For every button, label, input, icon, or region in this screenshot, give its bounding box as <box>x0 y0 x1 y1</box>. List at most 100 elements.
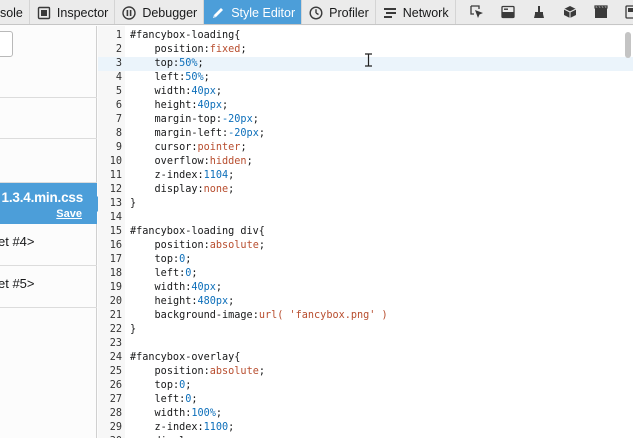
tab-console[interactable]: nsole <box>0 0 30 24</box>
css-value: absolute <box>209 240 259 251</box>
code-text: z-index:1100; <box>130 421 235 435</box>
css-property: top <box>154 380 173 391</box>
css-property: left <box>154 394 180 405</box>
network-icon <box>382 5 398 21</box>
css-semicolon: ; <box>197 58 204 69</box>
line-number: 10 <box>109 156 122 167</box>
stylesheet-item[interactable] <box>0 139 97 183</box>
stylesheet-item-active[interactable]: 1.3.4.min.css Save <box>0 183 105 224</box>
code-text: height:480px; <box>130 295 235 309</box>
css-value: 50% <box>185 72 204 83</box>
tab-network[interactable]: Network <box>376 0 456 24</box>
tab-console-label: nsole <box>0 5 23 20</box>
css-property: z-index <box>154 422 198 433</box>
tab-style-editor[interactable]: Style Editor <box>204 0 303 24</box>
code-line: 21 background-image:url( 'fancybox.png' … <box>98 309 633 323</box>
css-value: 40px <box>191 282 216 293</box>
code-area[interactable]: 1 #fancybox-loading{2 position:fixed; 3 to… <box>98 29 633 438</box>
line-number: 29 <box>109 422 122 433</box>
code-text: top:50%; <box>130 57 204 71</box>
3d-view-icon[interactable] <box>555 0 586 24</box>
code-line: 15 #fancybox-loading div{ <box>98 225 633 239</box>
code-text: left:0; <box>130 393 198 407</box>
stylesheet-name: et #4> <box>0 234 35 249</box>
line-number: 17 <box>109 254 122 265</box>
code-line: 25 position:absolute; <box>98 365 633 379</box>
profiler-icon <box>308 5 324 21</box>
code-text: #fancybox-overlay{ <box>130 352 241 363</box>
code-line: 26 top:0; <box>98 379 633 393</box>
line-number: 18 <box>109 268 122 279</box>
css-semicolon: ; <box>185 254 192 265</box>
line-number: 28 <box>109 408 122 419</box>
code-line: 28 width:100%; <box>98 407 633 421</box>
code-line: 9 cursor:pointer; <box>98 141 633 155</box>
line-number: 8 <box>115 128 122 139</box>
vertical-scrollbar[interactable] <box>625 32 631 58</box>
paint-flashing-icon[interactable] <box>524 0 555 24</box>
css-value: hidden <box>209 156 247 167</box>
code-line: 8 margin-left:-20px; <box>98 127 633 141</box>
code-line: 14 <box>98 211 633 225</box>
css-property: width <box>154 282 186 293</box>
css-semicolon: ; <box>215 408 223 419</box>
tab-profiler-label: Profiler <box>329 5 369 20</box>
screenshot-icon[interactable] <box>586 0 617 24</box>
css-value: 50% <box>179 58 198 69</box>
code-line: 6 height:40px; <box>98 99 633 113</box>
code-text: background-image:url( 'fancybox.png' ) <box>130 309 388 323</box>
code-text: } <box>130 198 137 209</box>
tab-profiler[interactable]: Profiler <box>302 0 376 24</box>
css-property: width <box>154 86 186 97</box>
tab-inspector[interactable]: Inspector <box>30 0 116 24</box>
css-property: cursor <box>154 142 192 153</box>
tab-debugger[interactable]: Debugger <box>115 0 205 24</box>
css-property: top <box>154 58 173 69</box>
more-icon[interactable] <box>617 0 633 24</box>
line-number: 14 <box>109 212 122 223</box>
save-link[interactable]: Save <box>56 208 82 220</box>
css-property: top <box>154 254 173 265</box>
css-value: 1100 <box>203 422 229 433</box>
stylesheet-item[interactable] <box>0 61 97 98</box>
pick-element-icon[interactable] <box>462 0 493 24</box>
code-line: 11 z-index:1104; <box>98 169 633 183</box>
code-line: 1 #fancybox-loading{ <box>98 29 633 43</box>
line-number: 21 <box>109 310 122 321</box>
stylesheet-item[interactable]: et #5> <box>0 266 97 308</box>
css-property: display <box>154 184 198 195</box>
css-property: position <box>154 240 204 251</box>
stylesheet-item[interactable] <box>0 98 97 139</box>
code-line: 5 width:40px; <box>98 85 633 99</box>
tab-inspector-label: Inspector <box>56 5 109 20</box>
line-number: 6 <box>115 100 122 111</box>
css-semicolon: ; <box>228 184 235 195</box>
line-number: 2 <box>115 44 122 55</box>
css-semicolon: ; <box>240 142 247 153</box>
css-property: height <box>154 100 192 111</box>
css-value: ) <box>381 310 388 321</box>
code-text: overflow:hidden; <box>130 155 253 169</box>
css-semicolon: ; <box>215 86 223 97</box>
css-value: 1104 <box>203 170 229 181</box>
css-value: pointer <box>197 142 241 153</box>
code-text: width:40px; <box>130 85 223 99</box>
split-console-icon[interactable] <box>493 0 524 24</box>
css-value: none <box>203 184 229 195</box>
css-semicolon: ; <box>228 422 235 433</box>
code-line: 13} <box>98 197 633 211</box>
code-text: top:0; <box>130 253 192 267</box>
code-text: z-index:1104; <box>130 169 235 183</box>
code-text: margin-top:-20px; <box>130 113 259 127</box>
line-number: 4 <box>115 72 122 83</box>
css-semicolon: ; <box>258 366 265 377</box>
code-line: 12 display:none; <box>98 183 633 197</box>
stylesheet-item[interactable]: et #4> <box>0 224 97 266</box>
css-semicolon: ; <box>258 240 265 251</box>
source-editor[interactable]: 1 #fancybox-loading{2 position:fixed; 3 to… <box>98 26 633 438</box>
stylesheet-name: 1.3.4.min.css <box>1 190 84 205</box>
css-value: -20px <box>222 114 253 125</box>
css-property: width <box>154 408 186 419</box>
code-text: height:40px; <box>130 99 229 113</box>
new-stylesheet-box[interactable] <box>0 31 13 57</box>
